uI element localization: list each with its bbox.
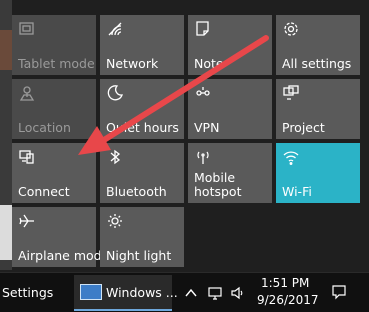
chevron-up-icon[interactable] [184,286,198,300]
network-icon [106,20,124,38]
vpn-tile[interactable]: VPN [188,79,272,139]
notification-icon[interactable] [331,284,347,300]
all-settings-label: All settings [282,56,352,71]
desktop-decoration [0,30,12,70]
app-window-icon [80,284,102,300]
note-tile[interactable]: Note [188,15,272,75]
vpn-label: VPN [194,120,220,135]
tablet-mode-tile[interactable]: Tablet mode [12,15,96,75]
vpn-icon [194,84,212,102]
taskbar: Settings Windows ... 1:51 PM 9/26/2017 [0,272,369,312]
desktop-decoration [0,205,12,260]
quiet-hours-tile[interactable]: Quiet hours [100,79,184,139]
note-label: Note [194,56,224,71]
network-tile[interactable]: Network [100,15,184,75]
connect-icon [18,148,36,166]
connect-tile[interactable]: Connect [12,143,96,203]
location-label: Location [18,120,71,135]
volume-icon[interactable] [230,286,244,300]
clock-time[interactable]: 1:51 PM [261,276,309,290]
brightness-icon [106,212,124,230]
moon-icon [106,84,124,102]
all-settings-tile[interactable]: All settings [276,15,360,75]
wifi-icon [282,148,300,166]
clock-date[interactable]: 9/26/2017 [257,293,319,307]
network-tray-icon[interactable] [208,286,222,300]
mobile-hotspot-tile[interactable]: Mobile hotspot [188,143,272,203]
bluetooth-label: Bluetooth [106,184,167,199]
wifi-tile[interactable]: Wi-Fi [276,143,360,203]
location-icon [18,84,36,102]
project-tile[interactable]: Project [276,79,360,139]
network-label: Network [106,56,159,71]
tablet-mode-icon [18,20,36,38]
quiet-hours-label: Quiet hours [106,120,179,135]
wifi-label: Wi-Fi [282,184,312,199]
connect-label: Connect [18,184,70,199]
night-light-label: Night light [106,248,172,263]
airplane-icon [18,212,36,230]
airplane-mode-label: Airplane mode [18,248,110,263]
tablet-mode-label: Tablet mode [18,56,95,71]
project-label: Project [282,120,325,135]
note-icon [194,20,212,38]
taskbar-app-label: Windows ... [106,285,178,300]
taskbar-app-windows[interactable]: Windows ... [74,275,178,311]
airplane-mode-tile[interactable]: Airplane mode [12,207,110,267]
bluetooth-tile[interactable]: Bluetooth [100,143,184,203]
hotspot-icon [194,148,212,166]
mobile-hotspot-label: Mobile hotspot [194,170,242,199]
taskbar-settings-label[interactable]: Settings [2,285,53,300]
gear-icon [282,20,300,38]
project-icon [282,84,300,102]
desktop-background [0,0,12,270]
bluetooth-icon [106,148,124,166]
location-tile[interactable]: Location [12,79,96,139]
night-light-tile[interactable]: Night light [100,207,184,267]
